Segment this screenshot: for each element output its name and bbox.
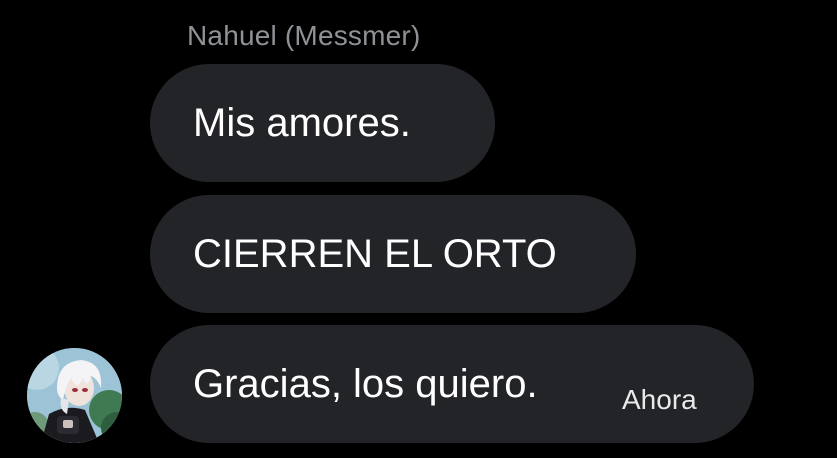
avatar-image bbox=[27, 348, 122, 443]
sender-avatar[interactable] bbox=[27, 348, 122, 443]
sender-name[interactable]: Nahuel (Messmer) bbox=[187, 20, 420, 52]
message-text: Mis amores. bbox=[193, 100, 411, 145]
message-text: Gracias, los quiero. bbox=[193, 361, 538, 406]
message-text: CIERREN EL ORTO bbox=[193, 231, 557, 276]
message-timestamp: Ahora bbox=[622, 384, 697, 415]
message-bubble[interactable]: Mis amores. bbox=[150, 64, 495, 182]
message-bubble[interactable]: CIERREN EL ORTO bbox=[150, 195, 636, 313]
